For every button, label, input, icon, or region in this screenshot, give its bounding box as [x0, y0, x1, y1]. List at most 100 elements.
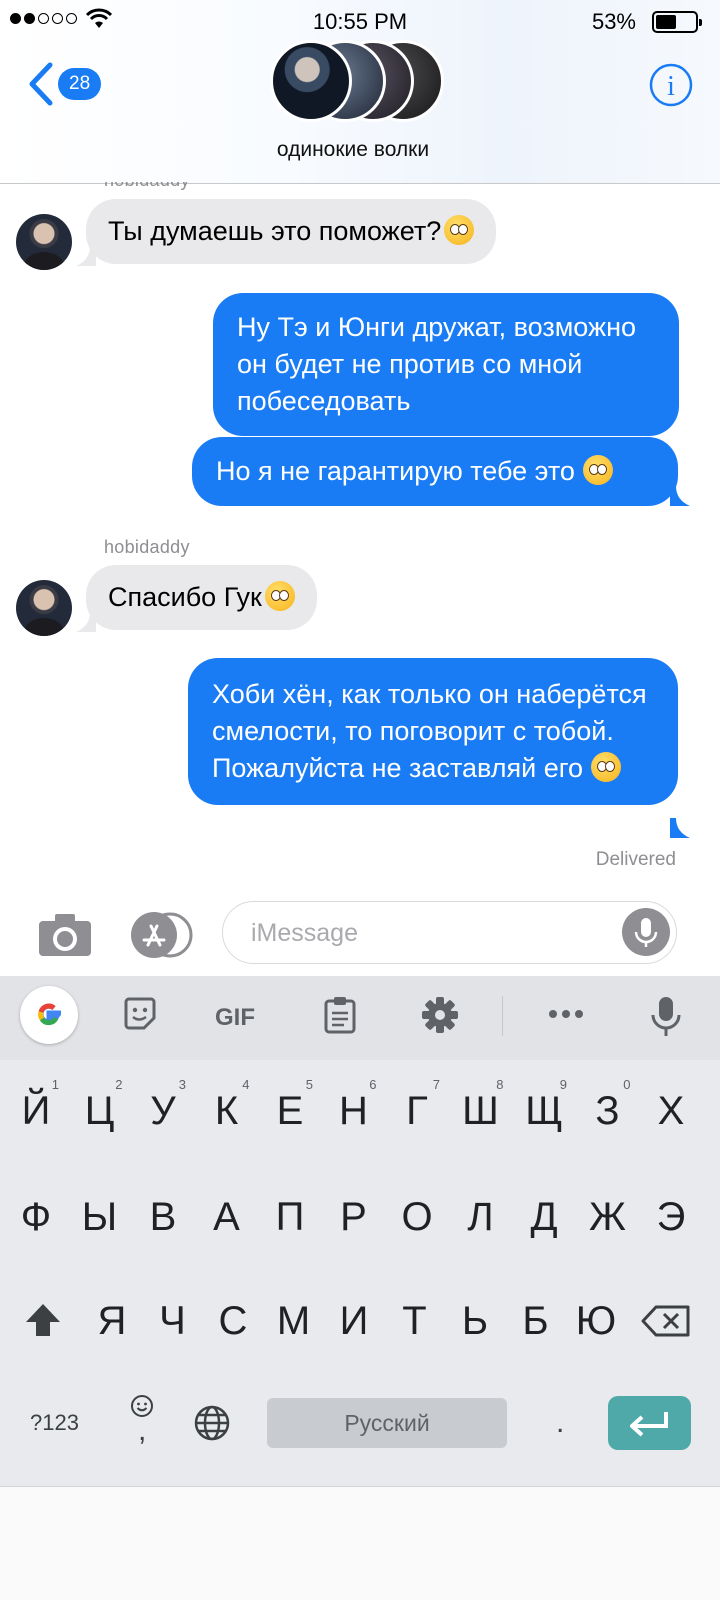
key[interactable]: Л	[450, 1182, 512, 1252]
key[interactable]: Х	[640, 1076, 702, 1146]
key[interactable]: Э	[640, 1182, 702, 1252]
key-hint: 1	[51, 1077, 59, 1092]
key-label: Р	[340, 1195, 367, 1239]
key-label: Ш	[462, 1089, 499, 1133]
key-hint: 0	[623, 1077, 631, 1092]
key-label: И	[339, 1299, 369, 1343]
message-bubble-outgoing[interactable]: Ну Тэ и Юнги дружат, возможно он будет н…	[213, 293, 679, 436]
more-options-icon[interactable]	[548, 1008, 584, 1020]
key[interactable]: Ц2	[69, 1076, 131, 1146]
compose-bar: iMessage	[0, 884, 720, 976]
key[interactable]: О	[386, 1182, 448, 1252]
message-input[interactable]: iMessage	[222, 901, 677, 964]
message-text: Но я не гарантирую тебе это	[216, 456, 575, 486]
key-label: Н	[339, 1089, 368, 1133]
key[interactable]: К4	[196, 1076, 258, 1146]
group-name[interactable]: одинокие волки	[0, 138, 706, 162]
chevron-left-icon	[29, 62, 53, 106]
dictation-button[interactable]	[622, 908, 670, 956]
app-store-button[interactable]	[128, 912, 194, 958]
key-label: Ц	[84, 1089, 115, 1133]
key-hint: 6	[369, 1077, 377, 1092]
key[interactable]: Щ9	[513, 1076, 575, 1146]
key[interactable]: Т	[384, 1286, 446, 1356]
back-button[interactable]: 28	[28, 62, 102, 106]
message-text: Спасибо Гук	[108, 582, 262, 612]
key-label: А	[213, 1195, 240, 1239]
period-key[interactable]: .	[556, 1406, 564, 1440]
key[interactable]: А	[196, 1182, 258, 1252]
backspace-icon[interactable]	[636, 1286, 698, 1356]
key[interactable]: С	[202, 1286, 264, 1356]
key-label: Ы	[81, 1195, 118, 1239]
key[interactable]: З0	[577, 1076, 639, 1146]
key[interactable]: Н6	[323, 1076, 385, 1146]
message-bubble-outgoing[interactable]: Хоби хён, как только он наберётся смелос…	[188, 658, 678, 805]
sender-avatar[interactable]	[16, 214, 72, 270]
conversation-header: 10:55 PM 53% 28 одинокие волки i	[0, 0, 720, 184]
key-label: П	[275, 1195, 305, 1239]
key[interactable]: П	[259, 1182, 321, 1252]
voice-input-icon[interactable]	[650, 996, 682, 1038]
key[interactable]: Ф	[5, 1182, 67, 1252]
clipboard-icon[interactable]	[322, 996, 358, 1034]
pleading-face-emoji	[264, 581, 295, 611]
enter-key[interactable]	[608, 1396, 691, 1450]
sticker-icon[interactable]	[122, 996, 158, 1032]
key[interactable]: И	[323, 1286, 385, 1356]
camera-icon[interactable]	[37, 912, 93, 958]
key-hint: 3	[178, 1077, 186, 1092]
key[interactable]: Е5	[259, 1076, 321, 1146]
status-bar: 10:55 PM 53%	[0, 0, 720, 42]
message-input-placeholder: iMessage	[251, 919, 358, 947]
key[interactable]: Ж	[577, 1182, 639, 1252]
key-label: К	[214, 1089, 239, 1133]
message-bubble-incoming[interactable]: Спасибо Гук	[86, 565, 317, 630]
shift-icon[interactable]	[12, 1286, 74, 1356]
sender-avatar[interactable]	[16, 580, 72, 636]
key[interactable]: Д	[513, 1182, 575, 1252]
message-bubble-outgoing[interactable]: Но я не гарантирую тебе это	[192, 437, 678, 506]
app-store-icon	[131, 912, 193, 958]
space-key[interactable]: Русский	[267, 1398, 507, 1448]
key-label: Э	[656, 1195, 686, 1239]
bubble-tail	[670, 486, 690, 506]
key-label: У	[150, 1089, 176, 1133]
key-label: Ю	[575, 1299, 617, 1343]
key[interactable]: Ь	[444, 1286, 506, 1356]
key[interactable]: Ш8	[450, 1076, 512, 1146]
message-text: Ну Тэ и Юнги дружат, возможно он будет н…	[237, 312, 637, 416]
toolbar-divider	[502, 996, 503, 1036]
key[interactable]: У3	[132, 1076, 194, 1146]
battery-percentage: 53%	[591, 9, 636, 34]
group-avatars[interactable]	[270, 40, 445, 124]
message-text: Ты думаешь это поможет?	[108, 216, 442, 246]
delivery-status: Delivered	[595, 849, 676, 870]
key[interactable]: Ю	[565, 1286, 627, 1356]
key-label: Т	[402, 1299, 427, 1343]
comma-key[interactable]: ,	[138, 1414, 146, 1448]
key[interactable]: Б	[505, 1286, 567, 1356]
keyboard-toolbar: GIF	[0, 976, 720, 1060]
message-bubble-incoming[interactable]: Ты думаешь это поможет?	[86, 199, 497, 264]
gear-icon[interactable]	[421, 996, 459, 1034]
key-hint: 2	[115, 1077, 123, 1092]
key[interactable]: Г7	[386, 1076, 448, 1146]
google-search-button[interactable]	[20, 986, 78, 1044]
key[interactable]: Я	[81, 1286, 143, 1356]
key[interactable]: М	[263, 1286, 325, 1356]
key[interactable]: Й1	[5, 1076, 67, 1146]
key[interactable]: Ы	[69, 1182, 131, 1252]
key-label: Й	[21, 1089, 51, 1133]
gif-button[interactable]: GIF	[215, 1004, 255, 1032]
globe-icon[interactable]	[193, 1404, 231, 1442]
info-icon[interactable]: i	[648, 62, 694, 108]
key[interactable]: Ч	[142, 1286, 204, 1356]
battery-icon	[652, 11, 702, 33]
key-label: Ч	[159, 1299, 186, 1343]
key[interactable]: В	[132, 1182, 194, 1252]
key-hint: 5	[305, 1077, 313, 1092]
key-label: В	[149, 1195, 177, 1239]
symbols-key[interactable]: ?123	[30, 1410, 79, 1436]
key[interactable]: Р	[323, 1182, 385, 1252]
